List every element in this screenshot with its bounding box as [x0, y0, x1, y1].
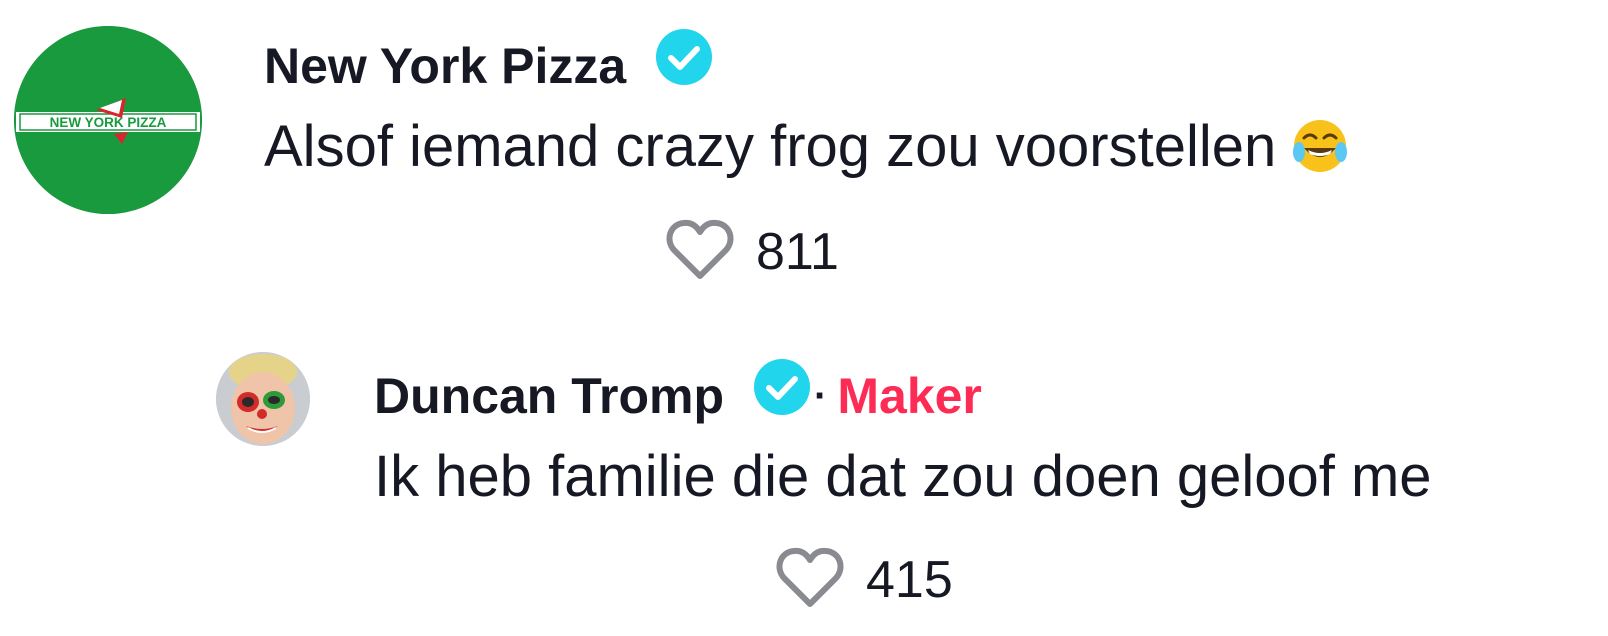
username-row: Duncan Tromp · Maker — [374, 358, 982, 426]
new-york-pizza-logo-icon: NEW YORK PIZZA — [14, 26, 202, 214]
comment-body: Ik heb familie die dat zou doen geloof m… — [374, 444, 1432, 509]
creator-label: Maker — [837, 368, 982, 424]
comment-body: Alsof iemand crazy frog zou voorstellen — [264, 114, 1277, 179]
separator-dot: · — [814, 373, 828, 418]
verified-badge-icon — [656, 28, 713, 90]
face-paint-avatar-icon — [216, 352, 310, 446]
like-count: 415 — [866, 551, 953, 609]
comment-item: NEW YORK PIZZA New York Pizza Alsof iema… — [0, 0, 1608, 300]
comment-text: Alsof iemand crazy frog zou voorstellen — [264, 112, 1350, 192]
username-row: New York Pizza — [264, 28, 713, 96]
comment-text: Ik heb familie die dat zou doen geloof m… — [374, 442, 1432, 512]
like-row: 415 — [776, 546, 953, 614]
avatar[interactable] — [216, 352, 310, 446]
heart-icon[interactable] — [666, 218, 734, 287]
like-count: 811 — [756, 223, 839, 281]
logo-text: NEW YORK PIZZA — [50, 115, 167, 130]
avatar[interactable]: NEW YORK PIZZA — [14, 26, 202, 214]
like-row: 811 — [666, 218, 839, 286]
verified-badge-icon — [754, 358, 811, 420]
heart-icon[interactable] — [776, 546, 844, 615]
reply-item: Duncan Tromp · Maker Ik heb familie die … — [0, 330, 1608, 636]
username-link[interactable]: Duncan Tromp — [374, 367, 724, 425]
tears-of-joy-emoji-icon — [1290, 116, 1350, 192]
username-link[interactable]: New York Pizza — [264, 37, 626, 95]
